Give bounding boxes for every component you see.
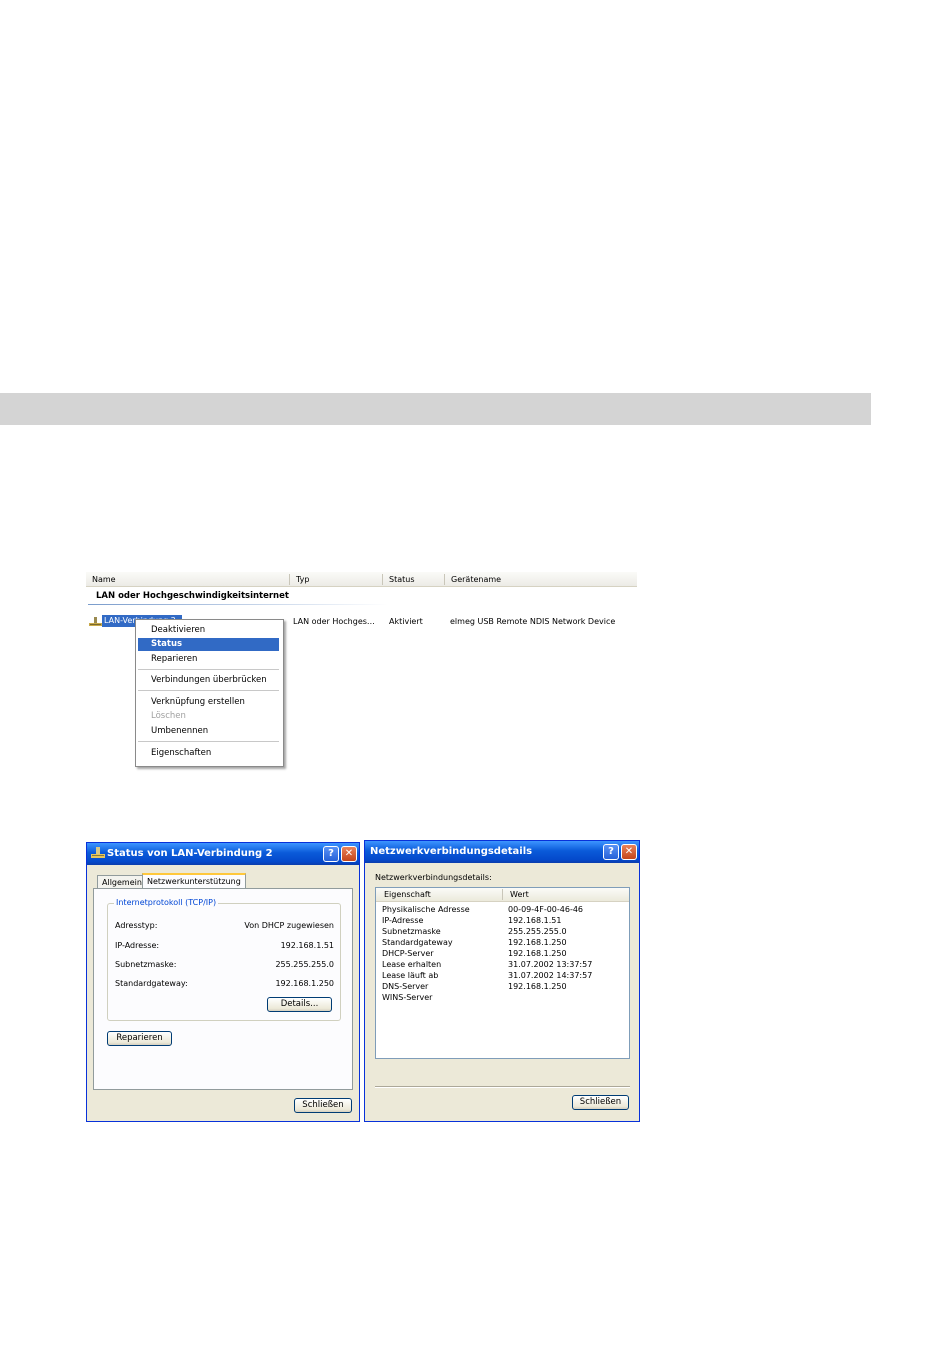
property-name: DNS-Server (382, 982, 429, 991)
column-header-type[interactable]: Typ (290, 574, 383, 585)
network-connection-icon (91, 847, 105, 858)
list-header: Name Typ Status Gerätename (86, 572, 637, 587)
repair-button[interactable]: Reparieren (107, 1031, 172, 1046)
tab-network-support[interactable]: Netzwerkunterstützung (142, 873, 246, 889)
close-button[interactable]: Schließen (294, 1098, 352, 1113)
ip-address-value: 192.168.1.51 (280, 941, 334, 950)
default-gateway-label: Standardgateway: (115, 979, 188, 988)
network-connection-icon (89, 617, 102, 626)
close-button[interactable]: Schließen (572, 1095, 629, 1110)
status-dialog: Status von LAN-Verbindung 2 ? ✕ Allgemei… (86, 842, 360, 1122)
details-row: Physikalische Adresse 00-09-4F-00-46-46 (382, 904, 622, 915)
help-button[interactable]: ? (603, 844, 619, 860)
column-header-device[interactable]: Gerätename (445, 574, 637, 585)
column-header-value[interactable]: Wert (510, 889, 529, 900)
column-divider (502, 889, 503, 900)
context-menu: Deaktivieren Status Reparieren Verbindun… (135, 619, 284, 767)
details-list[interactable]: Eigenschaft Wert Physikalische Adresse 00… (375, 887, 630, 1059)
network-connections-list: Name Typ Status Gerätename LAN oder Hoch… (86, 572, 638, 772)
property-value: 31.07.2002 14:37:57 (508, 971, 593, 980)
property-name: IP-Adresse (382, 916, 424, 925)
details-button[interactable]: Details... (267, 997, 332, 1012)
details-list-header: Eigenschaft Wert (376, 888, 629, 902)
tab-panel: Internetprotokoll (TCP/IP) Adresstyp: Vo… (93, 888, 353, 1090)
close-window-button[interactable]: ✕ (341, 846, 357, 862)
group-divider (88, 604, 388, 605)
tcpip-group: Internetprotokoll (TCP/IP) Adresstyp: Vo… (107, 898, 341, 1021)
menu-item-status[interactable]: Status (138, 638, 279, 651)
property-value: 255.255.255.0 (508, 927, 567, 936)
property-name: Standardgateway (382, 938, 453, 947)
menu-item-deactivate[interactable]: Deaktivieren (138, 624, 279, 637)
tcpip-group-title: Internetprotokoll (TCP/IP) (114, 898, 219, 907)
ip-address-label: IP-Adresse: (115, 941, 160, 950)
details-row: Standardgateway 192.168.1.250 (382, 937, 622, 948)
details-row: Lease läuft ab 31.07.2002 14:37:57 (382, 970, 622, 981)
status-dialog-title: Status von LAN-Verbindung 2 (107, 848, 273, 859)
property-value: 00-09-4F-00-46-46 (508, 905, 584, 914)
property-value: 192.168.1.51 (508, 916, 562, 925)
property-value: 192.168.1.250 (508, 938, 567, 947)
property-name: Subnetzmaske (382, 927, 441, 936)
property-name: WINS-Server (382, 993, 433, 1002)
property-name: Lease läuft ab (382, 971, 439, 980)
menu-separator (138, 741, 279, 742)
details-row: WINS-Server (382, 992, 622, 1003)
connection-type: LAN oder Hochges… (293, 617, 375, 626)
property-name: Lease erhalten (382, 960, 442, 969)
column-header-name[interactable]: Name (86, 574, 290, 585)
property-value: 192.168.1.250 (508, 949, 567, 958)
default-gateway-value: 192.168.1.250 (275, 979, 334, 988)
menu-item-rename[interactable]: Umbenennen (138, 725, 279, 738)
column-header-status[interactable]: Status (383, 574, 445, 585)
details-row: Subnetzmaske 255.255.255.0 (382, 926, 622, 937)
details-caption: Netzwerkverbindungsdetails: (375, 873, 492, 882)
connection-status: Aktiviert (389, 617, 423, 626)
menu-item-bridge-connections[interactable]: Verbindungen überbrücken (138, 674, 279, 687)
menu-item-repair[interactable]: Reparieren (138, 653, 279, 666)
connection-device: elmeg USB Remote NDIS Network Device (450, 617, 616, 626)
divider (375, 1086, 630, 1088)
details-row: DHCP-Server 192.168.1.250 (382, 948, 622, 959)
menu-separator (138, 669, 279, 670)
group-title: LAN oder Hochgeschwindigkeitsinternet (96, 591, 289, 601)
menu-item-create-shortcut[interactable]: Verknüpfung erstellen (138, 696, 279, 709)
details-dialog-title: Netzwerkverbindungsdetails (370, 846, 533, 857)
close-window-button[interactable]: ✕ (621, 844, 637, 860)
section-band (0, 393, 871, 425)
details-row: DNS-Server 192.168.1.250 (382, 981, 622, 992)
property-value: 192.168.1.250 (508, 982, 567, 991)
status-dialog-titlebar[interactable]: Status von LAN-Verbindung 2 ? ✕ (87, 843, 359, 865)
subnet-mask-label: Subnetzmaske: (115, 960, 177, 969)
property-name: DHCP-Server (382, 949, 434, 958)
menu-item-delete: Löschen (151, 711, 186, 721)
address-type-value: Von DHCP zugewiesen (244, 921, 334, 930)
details-row: Lease erhalten 31.07.2002 13:37:57 (382, 959, 622, 970)
help-button[interactable]: ? (323, 846, 339, 862)
property-value: 31.07.2002 13:37:57 (508, 960, 593, 969)
menu-item-properties[interactable]: Eigenschaften (138, 747, 279, 760)
details-row: IP-Adresse 192.168.1.51 (382, 915, 622, 926)
subnet-mask-value: 255.255.255.0 (275, 960, 334, 969)
details-dialog-titlebar[interactable]: Netzwerkverbindungsdetails ? ✕ (365, 841, 639, 863)
column-header-property[interactable]: Eigenschaft (384, 889, 431, 900)
menu-separator (138, 690, 279, 691)
address-type-label: Adresstyp: (115, 921, 158, 930)
property-name: Physikalische Adresse (382, 905, 470, 914)
tab-general[interactable]: Allgemein (97, 875, 147, 889)
details-dialog: Netzwerkverbindungsdetails ? ✕ Netzwerkv… (364, 840, 640, 1122)
